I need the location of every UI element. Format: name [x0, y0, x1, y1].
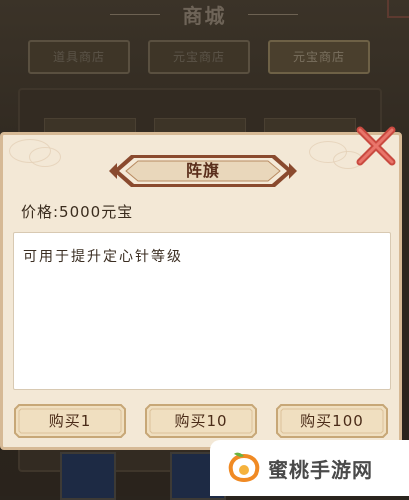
item-title: 阵旗 — [185, 161, 220, 180]
item-dialog: 阵旗 价格:5000元宝 可用于提升定心针等级 购买1 购买10 购买100 — [0, 132, 402, 450]
title-banner: 阵旗 — [109, 153, 297, 189]
item-description: 可用于提升定心针等级 — [23, 249, 183, 265]
shop-item-thumbnail[interactable] — [60, 452, 116, 500]
buy-100-label: 购买100 — [300, 412, 364, 430]
tab-gold-shop[interactable]: 元宝商店 — [148, 40, 250, 74]
shop-title: 商城 — [182, 4, 227, 28]
buy-10-button[interactable]: 购买10 — [144, 403, 258, 439]
close-x-icon — [356, 126, 396, 166]
watermark: 蜜桃手游网 — [210, 440, 409, 496]
buy-100-button[interactable]: 购买100 — [275, 403, 389, 439]
description-box: 可用于提升定心针等级 — [13, 232, 391, 390]
peach-logo-icon — [228, 452, 260, 482]
buy-10-label: 购买10 — [174, 412, 228, 430]
buy-1-button[interactable]: 购买1 — [13, 403, 127, 439]
cloud-decoration — [29, 147, 61, 167]
watermark-text: 蜜桃手游网 — [268, 458, 373, 482]
tab-ingot-shop[interactable]: 元宝商店 — [268, 40, 370, 74]
buy-1-label: 购买1 — [48, 412, 92, 430]
close-button[interactable] — [354, 124, 398, 168]
tab-item-shop[interactable]: 道具商店 — [28, 40, 130, 74]
corner-ornament — [387, 0, 409, 18]
item-price: 价格:5000元宝 — [21, 203, 134, 221]
